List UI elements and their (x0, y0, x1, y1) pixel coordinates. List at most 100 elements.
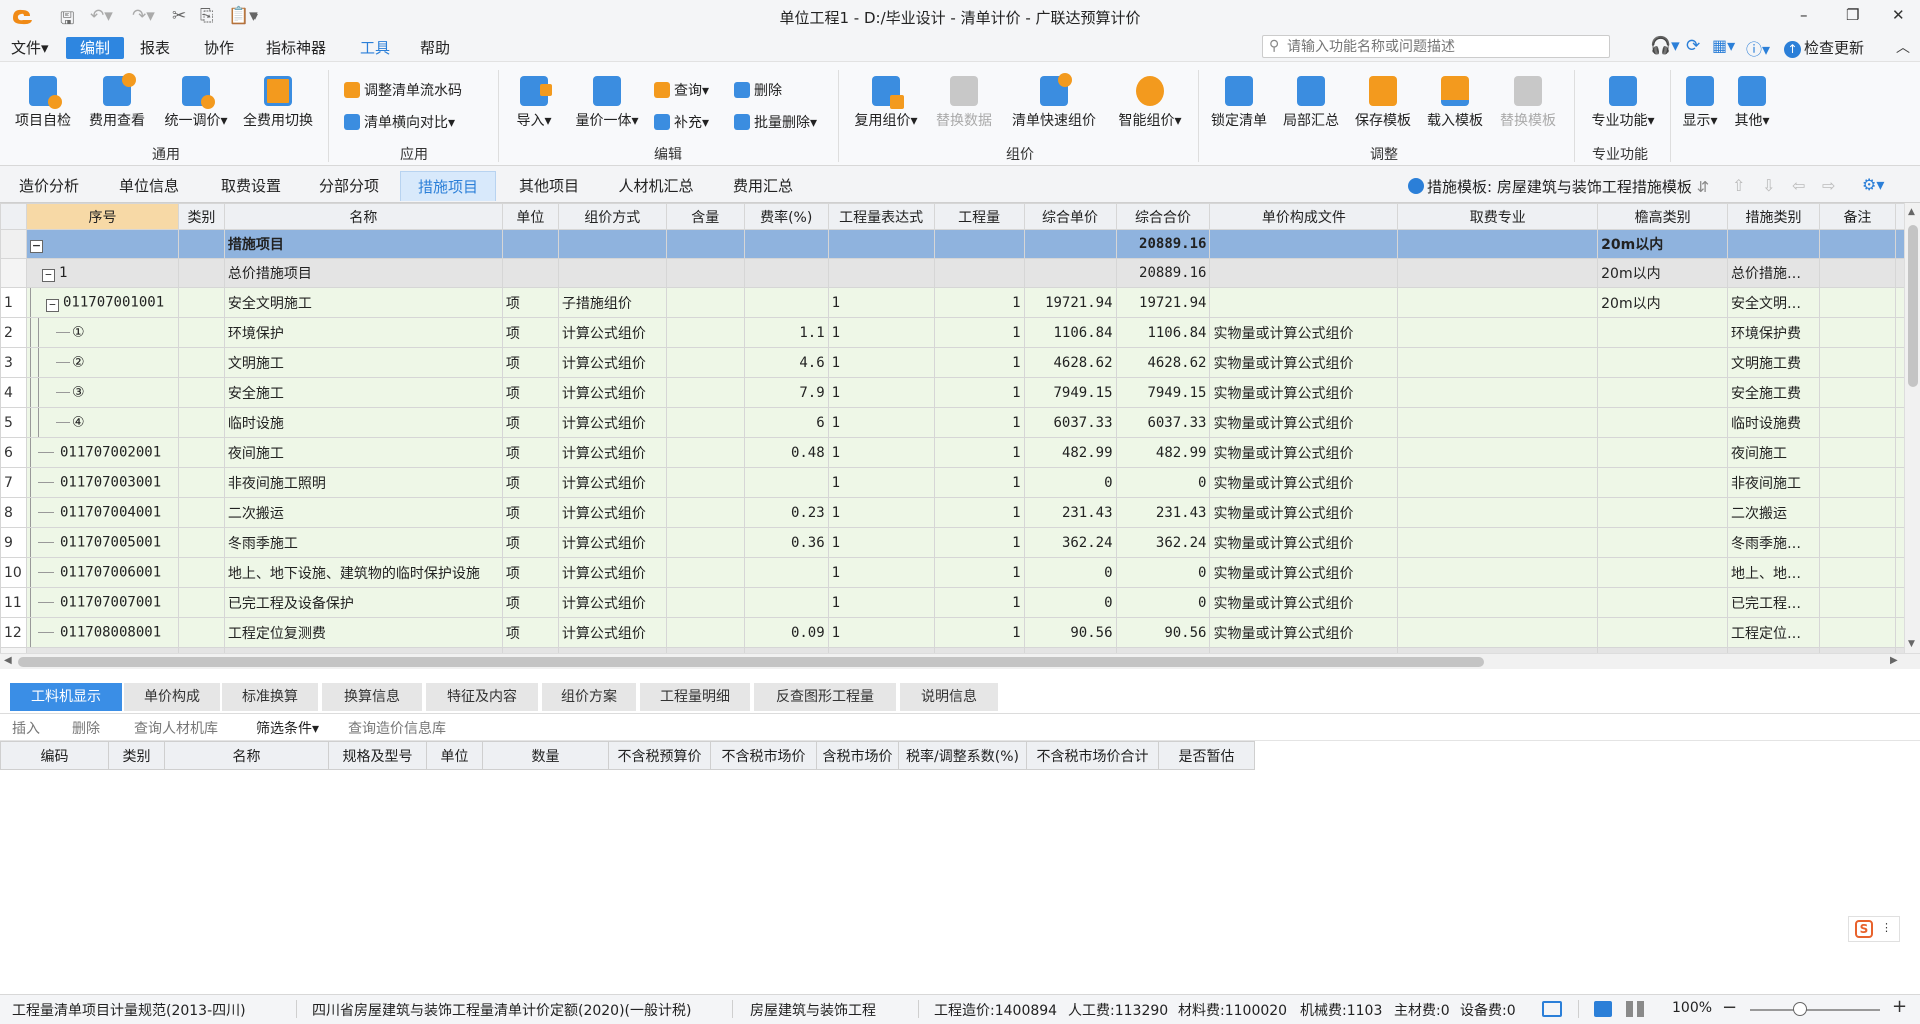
tab-measures[interactable]: 措施项目 (400, 171, 496, 201)
eave-cell[interactable]: 20m以内 (1597, 287, 1729, 318)
major-cell[interactable] (1397, 527, 1599, 558)
uprice-cell[interactable]: 0 (1023, 587, 1117, 618)
method-cell[interactable]: 计算公式组价 (557, 497, 667, 528)
content-cell[interactable] (665, 587, 745, 618)
table-row[interactable]: 10 011707006001 地上、地下设施、建筑物的临时保护设施项计算公式组价 1… (0, 557, 1920, 588)
qty-cell[interactable]: 1 (933, 437, 1025, 468)
method-cell[interactable]: 计算公式组价 (557, 527, 667, 558)
total-cell[interactable]: 4628.62 (1115, 347, 1211, 378)
major-cell[interactable] (1397, 497, 1599, 528)
content-cell[interactable] (665, 407, 745, 438)
seq-cell[interactable]: −011707001001 (25, 287, 179, 318)
rate-cell[interactable]: 6 (743, 407, 829, 438)
full-cost-switch-button[interactable]: 全费用切换 (240, 76, 316, 130)
mcat-cell[interactable]: 临时设施费 (1727, 407, 1820, 438)
major-cell[interactable] (1397, 437, 1599, 468)
content-cell[interactable] (665, 497, 745, 528)
content-cell[interactable] (665, 287, 745, 318)
file-cell[interactable]: 实物量或计算公式组价 (1209, 317, 1399, 348)
unified-adjust-price-button[interactable]: 统一调价▾ (158, 76, 234, 130)
unit-cell[interactable]: 项 (501, 287, 559, 318)
major-cell[interactable] (1397, 287, 1599, 318)
vertical-scrollbar[interactable]: ▲ ▼ (1904, 203, 1920, 653)
outdent-icon[interactable]: ⇦ (1792, 176, 1805, 195)
expr-cell[interactable]: 1 (827, 557, 935, 588)
expr-cell[interactable]: 1 (827, 617, 935, 648)
header-price-file[interactable]: 单价构成文件 (1209, 203, 1399, 230)
name-cell[interactable]: 措施项目 (223, 229, 503, 259)
eave-cell[interactable]: 20m以内 (1597, 258, 1729, 288)
lh-provisional[interactable]: 是否暂估 (1158, 741, 1255, 770)
header-content[interactable]: 含量 (665, 203, 745, 230)
seq-cell[interactable]: ① (25, 317, 179, 348)
seq-cell[interactable]: 011707005001 (25, 527, 179, 558)
tab-material-display[interactable]: 工料机显示 (10, 683, 122, 711)
scroll-left-icon[interactable]: ◀ (4, 655, 12, 666)
unit-cell[interactable]: 项 (501, 407, 559, 438)
file-cell[interactable]: 实物量或计算公式组价 (1209, 557, 1399, 588)
category-cell[interactable] (177, 317, 225, 348)
insert-button[interactable]: 插入 (12, 718, 40, 738)
expr-cell[interactable]: 1 (827, 497, 935, 528)
tab-fee-setting[interactable]: 取费设置 (206, 171, 296, 201)
lh-category[interactable]: 类别 (108, 741, 165, 770)
unit-cell[interactable]: 项 (501, 497, 559, 528)
header-remark[interactable]: 备注 (1818, 203, 1896, 230)
category-cell[interactable] (177, 527, 225, 558)
category-cell[interactable] (177, 347, 225, 378)
total-cell[interactable]: 20889.16 (1115, 229, 1211, 259)
expr-cell[interactable]: 1 (827, 407, 935, 438)
table-row[interactable]: 12 011708008001 工程定位复测费项计算公式组价 0.09 1 1 90.56 9… (0, 617, 1920, 648)
qty-cell[interactable]: 1 (933, 497, 1025, 528)
unit-cell[interactable]: 项 (501, 347, 559, 378)
qty-cell[interactable]: 1 (933, 287, 1025, 318)
header-seq[interactable]: 序号 (25, 203, 179, 230)
restore-button[interactable]: ❐ (1846, 6, 1859, 24)
eave-cell[interactable] (1597, 497, 1729, 528)
qty-cell[interactable] (933, 258, 1025, 288)
reuse-pricing-button[interactable]: 复用组价▾ (846, 76, 926, 130)
supplement-button[interactable]: 补充▾ (654, 112, 709, 132)
scroll-up-icon[interactable]: ▲ (1908, 207, 1915, 217)
collapse-icon[interactable]: − (45, 298, 59, 312)
qty-cell[interactable]: 1 (933, 587, 1025, 618)
name-cell[interactable]: 环境保护 (223, 317, 503, 348)
content-cell[interactable] (665, 258, 745, 288)
major-cell[interactable] (1397, 617, 1599, 648)
seq-cell[interactable]: 011707003001 (25, 467, 179, 498)
display-button[interactable]: 显示▾ (1676, 76, 1724, 130)
total-cell[interactable]: 90.56 (1115, 617, 1211, 648)
menu-index[interactable]: 指标神器 (258, 37, 334, 59)
import-button[interactable]: 导入▾ (508, 76, 560, 130)
remark-cell[interactable] (1818, 407, 1896, 438)
mcat-cell[interactable]: 安全施工费 (1727, 377, 1820, 408)
query-button[interactable]: 查询▾ (654, 80, 709, 100)
table-row[interactable]: 4 ③ 安全施工项计算公式组价 7.9 1 1 7949.15 7949.15 实物量或计算公式… (0, 377, 1920, 408)
project-self-check-button[interactable]: 项目自检 (10, 76, 76, 130)
method-cell[interactable]: 计算公式组价 (557, 347, 667, 378)
save-template-button[interactable]: 保存模板 (1350, 76, 1416, 130)
content-cell[interactable] (665, 557, 745, 588)
rate-cell[interactable]: 4.6 (743, 347, 829, 378)
rate-cell[interactable] (743, 467, 829, 498)
lh-name[interactable]: 名称 (164, 741, 329, 770)
name-cell[interactable]: 夜间施工 (223, 437, 503, 468)
collapse-ribbon-icon[interactable]: ︿ (1896, 37, 1910, 57)
major-cell[interactable] (1397, 229, 1599, 259)
check-update-button[interactable]: ↑ 检查更新 (1784, 37, 1864, 58)
major-cell[interactable] (1397, 258, 1599, 288)
major-cell[interactable] (1397, 407, 1599, 438)
header-qty-expression[interactable]: 工程量表达式 (827, 203, 935, 230)
remark-cell[interactable] (1818, 229, 1896, 259)
remark-cell[interactable] (1818, 587, 1896, 618)
category-cell[interactable] (177, 407, 225, 438)
name-cell[interactable]: 非夜间施工照明 (223, 467, 503, 498)
uprice-cell[interactable]: 231.43 (1023, 497, 1117, 528)
expr-cell[interactable] (827, 258, 935, 288)
method-cell[interactable]: 计算公式组价 (557, 557, 667, 588)
apps-grid-icon[interactable]: ▦▾ (1712, 36, 1735, 55)
unit-cell[interactable]: 项 (501, 527, 559, 558)
header-unit[interactable]: 单位 (501, 203, 559, 230)
lh-unit[interactable]: 单位 (426, 741, 483, 770)
table-row[interactable]: 6 011707002001 夜间施工项计算公式组价 0.48 1 1 482.99 482.… (0, 437, 1920, 468)
